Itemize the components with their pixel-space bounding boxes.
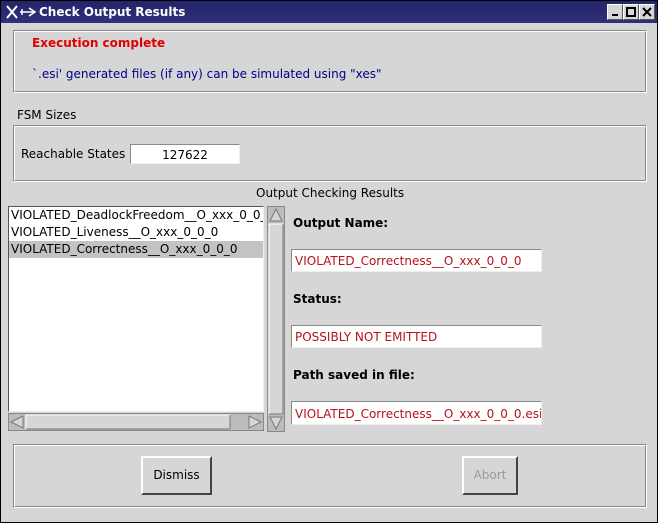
scroll-up-arrow-icon[interactable] [269, 207, 283, 222]
minimize-icon [612, 14, 618, 16]
simulation-hint-text: `.esi' generated files (if any) can be s… [32, 67, 382, 81]
output-name-label: Output Name: [293, 216, 389, 230]
close-icon [642, 7, 652, 17]
close-button[interactable] [639, 4, 655, 20]
path-saved-label: Path saved in file: [293, 368, 415, 382]
vertical-scroll-thumb[interactable] [268, 223, 284, 415]
scroll-down-arrow-icon[interactable] [269, 416, 283, 431]
reachable-states-label: Reachable States [21, 147, 126, 161]
results-listbox[interactable]: VIOLATED_DeadlockFreedom__O_xxx_0_0_0 VI… [8, 206, 264, 412]
window-title: Check Output Results [39, 5, 186, 19]
title-bar[interactable]: Check Output Results [1, 1, 657, 23]
fsm-sizes-heading: FSM Sizes [17, 108, 77, 122]
check-output-results-window: Check Output Results Execution complete … [0, 0, 658, 523]
maximize-icon [626, 7, 636, 17]
list-item[interactable]: VIOLATED_Liveness__O_xxx_0_0_0 [9, 224, 263, 241]
horizontal-scroll-thumb[interactable] [25, 414, 231, 430]
scroll-right-arrow-icon[interactable] [248, 415, 263, 429]
path-saved-field[interactable]: VIOLATED_Correctness__O_xxx_0_0_0.esi [291, 401, 542, 425]
minimize-button[interactable] [607, 4, 623, 20]
abort-button[interactable]: Abort [462, 456, 518, 495]
dismiss-button[interactable]: Dismiss [141, 456, 212, 495]
list-item-selected[interactable]: VIOLATED_Correctness__O_xxx_0_0_0 [9, 241, 263, 258]
reachable-states-field[interactable]: 127622 [130, 144, 240, 164]
button-panel [13, 444, 647, 508]
output-name-field[interactable]: VIOLATED_Correctness__O_xxx_0_0_0 [291, 249, 542, 272]
output-checking-results-heading: Output Checking Results [256, 186, 405, 200]
status-field[interactable]: POSSIBLY NOT EMITTED [291, 325, 542, 348]
scroll-left-arrow-icon[interactable] [9, 415, 24, 429]
maximize-button[interactable] [623, 4, 639, 20]
list-item[interactable]: VIOLATED_DeadlockFreedom__O_xxx_0_0_0 [9, 207, 263, 224]
results-vertical-scrollbar[interactable] [267, 206, 285, 432]
execution-status-message: Execution complete [32, 36, 166, 50]
status-label: Status: [293, 292, 342, 306]
x-window-logo-icon[interactable] [5, 4, 39, 20]
results-horizontal-scrollbar[interactable] [8, 413, 264, 431]
